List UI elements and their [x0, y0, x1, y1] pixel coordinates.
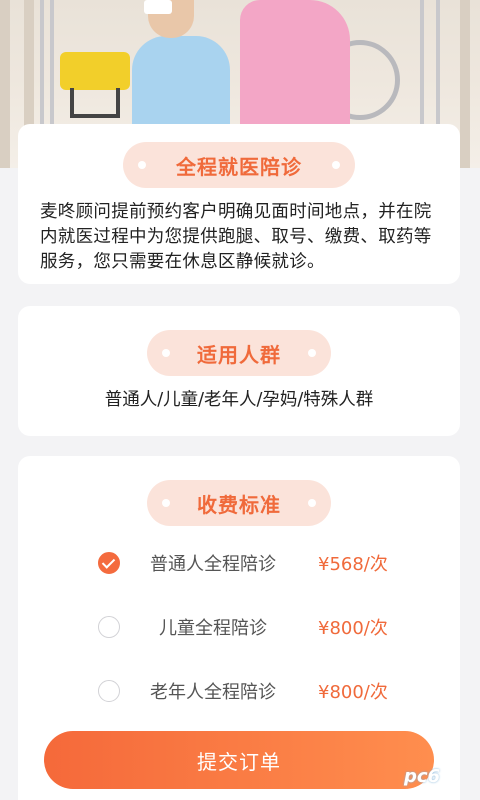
service-title: 全程就医陪诊 — [176, 154, 302, 179]
service-intro-card: 全程就医陪诊 麦咚顾问提前预约客户明确见面时间地点，并在院内就医过程中为您提供跑… — [18, 124, 460, 284]
target-people-card: 适用人群 普通人/儿童/老年人/孕妈/特殊人群 — [18, 306, 460, 436]
badge-dot-icon — [162, 349, 170, 357]
badge-dot-icon — [308, 499, 316, 507]
target-people-title: 适用人群 — [197, 342, 281, 367]
radio-unchecked-icon[interactable] — [98, 616, 120, 638]
submit-order-button[interactable]: 提交订单 — [44, 731, 434, 789]
fee-option-price: ¥800/次 — [318, 618, 388, 639]
target-people-title-badge: 适用人群 — [147, 330, 331, 376]
target-people-list: 普通人/儿童/老年人/孕妈/特殊人群 — [104, 390, 374, 410]
badge-dot-icon — [162, 499, 170, 507]
fee-option-regular[interactable]: 普通人全程陪诊 ¥568/次 — [18, 544, 460, 584]
fee-option-child[interactable]: 儿童全程陪诊 ¥800/次 — [18, 608, 460, 648]
fee-option-name: 老年人全程陪诊 — [150, 682, 276, 703]
badge-dot-icon — [332, 161, 340, 169]
fee-option-price: ¥568/次 — [318, 554, 388, 575]
fee-option-elderly[interactable]: 老年人全程陪诊 ¥800/次 — [18, 672, 460, 712]
fee-title-badge: 收费标准 — [147, 480, 331, 526]
watermark-logo: pc6 — [404, 766, 441, 787]
badge-dot-icon — [138, 161, 146, 169]
service-description: 麦咚顾问提前预约客户明确见面时间地点，并在院内就医过程中为您提供跑腿、取号、缴费… — [40, 202, 432, 272]
badge-dot-icon — [308, 349, 316, 357]
radio-checked-icon[interactable] — [98, 552, 120, 574]
service-title-badge: 全程就医陪诊 — [123, 142, 355, 188]
fee-option-name: 儿童全程陪诊 — [159, 618, 267, 639]
fee-option-price: ¥800/次 — [318, 682, 388, 703]
fee-option-name: 普通人全程陪诊 — [150, 554, 276, 575]
fee-title: 收费标准 — [197, 492, 281, 517]
radio-unchecked-icon[interactable] — [98, 680, 120, 702]
